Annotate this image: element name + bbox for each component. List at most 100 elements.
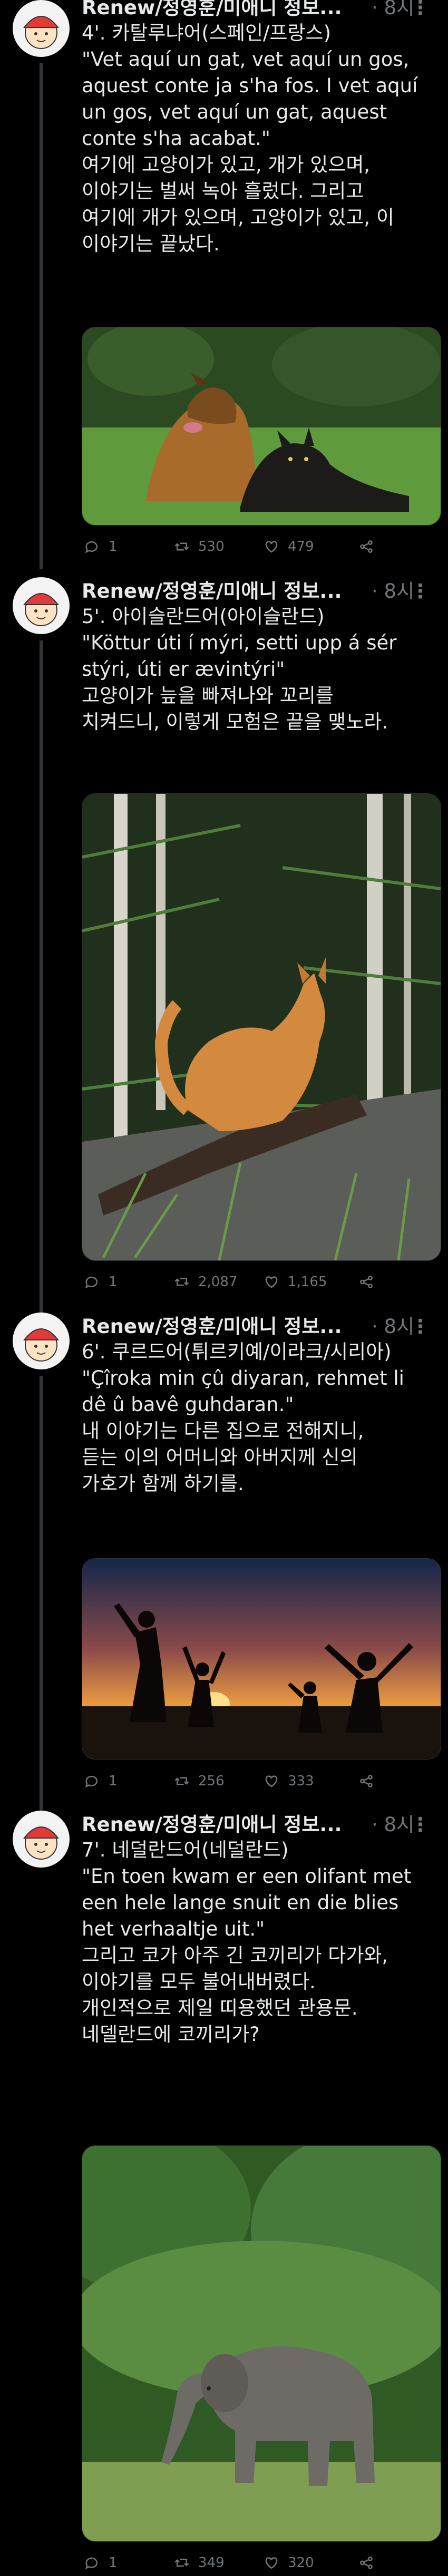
like-button[interactable]: 333	[264, 1773, 314, 1789]
retweet-count: 2,087	[198, 1274, 238, 1290]
retweet-icon	[174, 2559, 189, 2567]
avatar-icon	[23, 1328, 60, 1362]
avatar[interactable]	[13, 1811, 70, 1868]
tweet-text: 5'. 아이슬란드어(아이슬란드) "Köttur úti í mýri, se…	[82, 604, 440, 735]
retweet-icon	[174, 1777, 189, 1785]
share-button[interactable]	[358, 2555, 374, 2571]
avatar-icon	[23, 593, 60, 626]
text-line: 듣는 이의 어머니와 아버지께 신의	[82, 1446, 358, 1469]
tweet-image[interactable]	[82, 327, 441, 526]
timestamp[interactable]: · 8시	[372, 1812, 414, 1838]
avatar[interactable]	[13, 577, 70, 634]
tweet-text: 6'. 쿠르드어(튀르키예/이라크/시리아) "Çîroka min çû di…	[82, 1339, 440, 1497]
text-line: "Köttur úti í mýri, setti upp á sér	[82, 631, 397, 654]
text-line: een hele lange snuit en die blies	[82, 1891, 399, 1914]
reply-button[interactable]: 1	[84, 1773, 118, 1789]
text-line: 이야기는 벌써 녹아 흘렀다. 그리고	[82, 180, 364, 202]
avatar[interactable]	[13, 0, 70, 57]
tweet-actions: 1 256 333	[84, 1773, 422, 1794]
text-line: 5'. 아이슬란드어(아이슬란드)	[82, 605, 325, 628]
dog-cat-photo	[82, 327, 441, 525]
heart-icon	[265, 541, 278, 553]
reply-button[interactable]: 1	[84, 539, 118, 555]
heart-icon	[265, 1775, 278, 1787]
thread-line	[40, 1376, 43, 1840]
text-line: 네델란드에 코끼리가?	[82, 2023, 260, 2046]
cat-forest-photo	[82, 794, 441, 1260]
retweet-icon	[174, 542, 189, 551]
more-options-icon[interactable]: ⋮	[411, 578, 430, 605]
retweet-button[interactable]: 530	[174, 539, 225, 555]
like-button[interactable]: 1,165	[264, 1274, 327, 1290]
heart-icon	[265, 1276, 278, 1288]
author-name[interactable]: Renew/정영훈/미애니 정보...	[82, 580, 342, 602]
sunset-beach-photo	[82, 1559, 441, 1759]
reply-icon	[85, 1276, 98, 1289]
retweet-button[interactable]: 256	[174, 1773, 225, 1789]
text-line: het verhaaltje uit."	[82, 1918, 265, 1940]
tweet-text: 7'. 네덜란드어(네덜란드) "En toen kwam er een oli…	[82, 1837, 440, 2048]
more-options-icon[interactable]: ⋮	[411, 1812, 430, 1838]
retweet-count: 349	[198, 2555, 225, 2571]
avatar-icon	[23, 1826, 60, 1860]
elephant-photo	[82, 2146, 441, 2541]
retweet-count: 256	[198, 1773, 225, 1789]
share-button[interactable]	[358, 1274, 374, 1290]
share-button[interactable]	[358, 539, 374, 555]
reply-count: 1	[109, 539, 118, 555]
avatar[interactable]	[13, 1313, 70, 1369]
share-button[interactable]	[358, 1773, 374, 1789]
more-options-icon[interactable]: ⋮	[411, 1314, 430, 1340]
tweet-actions: 1 530 479	[84, 539, 422, 560]
text-line: 고양이가 늪을 빠져나와 꼬리를	[82, 684, 334, 707]
text-line: dê û bavê guhdaran."	[82, 1393, 294, 1416]
text-line: "Vet aquí un gat, vet aquí un gos,	[82, 48, 410, 71]
text-line: 6'. 쿠르드어(튀르키예/이라크/시리아)	[82, 1340, 392, 1363]
tweet-image[interactable]	[82, 1558, 441, 1760]
tweet-header: Renew/정영훈/미애니 정보... · 8시 ⋮	[82, 0, 437, 21]
retweet-button[interactable]: 2,087	[174, 1274, 237, 1290]
reply-count: 1	[109, 1274, 118, 1290]
like-button[interactable]: 320	[264, 2555, 314, 2571]
retweet-count: 530	[198, 539, 225, 555]
reply-icon	[85, 1775, 98, 1788]
like-button[interactable]: 479	[264, 539, 314, 555]
share-icon	[360, 540, 373, 553]
text-line: "En toen kwam er een olifant met	[82, 1865, 412, 1888]
text-line: conte s'ha acabat."	[82, 127, 270, 150]
text-line: aquest conte ja s'ha fos. I vet aquí	[82, 74, 418, 97]
author-name[interactable]: Renew/정영훈/미애니 정보...	[82, 1315, 342, 1338]
text-line: 가호가 함께 하기를.	[82, 1472, 244, 1495]
text-line: 개인적으로 제일 띠용했던 관용문.	[82, 1997, 358, 2019]
text-line: 이야기를 모두 불어내버렸다.	[82, 1970, 316, 1993]
text-line: 이야기는 끝났다.	[82, 232, 220, 255]
tweet-text: 4'. 카탈루냐어(스페인/프랑스) "Vet aquí un gat, vet…	[82, 20, 440, 257]
reply-count: 1	[109, 1773, 118, 1789]
like-count: 1,165	[288, 1274, 327, 1290]
tweet-header: Renew/정영훈/미애니 정보... · 8시 ⋮	[82, 1812, 437, 1838]
tweet-image[interactable]	[82, 793, 441, 1261]
retweet-button[interactable]: 349	[174, 2555, 225, 2571]
reply-button[interactable]: 1	[84, 1274, 118, 1290]
timestamp[interactable]: · 8시	[372, 1314, 414, 1340]
author-name[interactable]: Renew/정영훈/미애니 정보...	[82, 1813, 342, 1836]
tweet-image[interactable]	[82, 2145, 441, 2542]
author-name[interactable]: Renew/정영훈/미애니 정보...	[82, 0, 342, 19]
text-line: 여기에 개가 있으며, 고양이가 있고, 이	[82, 206, 394, 229]
retweet-icon	[174, 1278, 189, 1286]
more-options-icon[interactable]: ⋮	[411, 0, 430, 21]
timestamp[interactable]: · 8시	[372, 0, 414, 21]
avatar-icon	[23, 16, 60, 49]
reply-button[interactable]: 1	[84, 2555, 118, 2571]
reply-count: 1	[109, 2555, 118, 2571]
like-count: 479	[288, 539, 314, 555]
timestamp[interactable]: · 8시	[372, 578, 414, 605]
tweet-actions: 1 2,087 1,165	[84, 1274, 422, 1295]
reply-icon	[85, 2557, 98, 2570]
tweet-actions: 1 349 320	[84, 2555, 422, 2576]
thread-line	[40, 640, 43, 1363]
text-line: 치켜드니, 이렇게 모험은 끝을 맺노라.	[82, 711, 388, 733]
reply-icon	[85, 541, 98, 553]
text-line: 내 이야기는 다른 집으로 전해지니,	[82, 1420, 364, 1442]
text-line: 여기에 고양이가 있고, 개가 있으며,	[82, 153, 371, 176]
